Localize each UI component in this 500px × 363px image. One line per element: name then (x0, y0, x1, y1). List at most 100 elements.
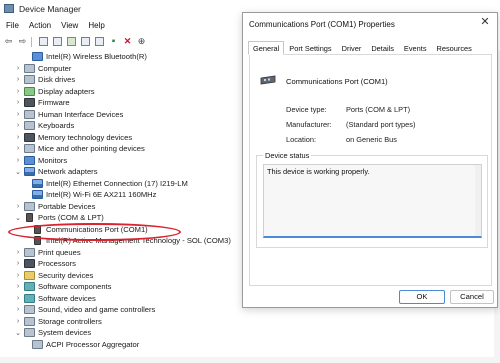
chevron-right-icon[interactable]: › (14, 65, 22, 72)
tree-item[interactable]: Intel(R) Wi-Fi 6E AX211 160MHz (30, 189, 156, 201)
chevron-right-icon[interactable]: › (14, 203, 22, 210)
tree-item[interactable]: Intel(R) Ethernet Connection (17) I219-L… (30, 178, 188, 190)
tree-item-label: Disk drives (38, 75, 76, 85)
chevron-right-icon[interactable]: › (14, 249, 22, 256)
device-status-textbox[interactable]: This device is working properly. (263, 164, 482, 238)
dialog-titlebar: Communications Port (COM1) Properties ✕ (243, 13, 497, 35)
chevron-right-icon[interactable]: › (14, 283, 22, 290)
horizontal-scrollbar[interactable] (0, 357, 494, 363)
menu-help[interactable]: Help (83, 19, 109, 33)
tree-item[interactable]: › Portable Devices (14, 201, 95, 213)
mouse-icon (24, 144, 35, 154)
toolbar-separator (31, 36, 32, 47)
chevron-right-icon[interactable]: › (14, 134, 22, 141)
menu-view[interactable]: View (56, 19, 83, 33)
tree-item[interactable]: › Disk drives (14, 74, 75, 86)
show-hide-tree-icon[interactable] (38, 36, 49, 47)
tree-item-label: Display adapters (38, 86, 95, 96)
tree-item-label: System devices (38, 328, 92, 338)
tree-item-label: Intel(R) Active Management Technology - … (46, 236, 231, 246)
chevron-right-icon[interactable]: › (14, 318, 22, 325)
tree-item-label: Communications Port (COM1) (46, 224, 148, 234)
tree-item[interactable]: › Computer (14, 63, 71, 75)
chevron-down-icon[interactable]: ⌄ (14, 214, 22, 222)
tab-driver[interactable]: Driver (337, 41, 367, 54)
tree-item[interactable]: Intel(R) Active Management Technology - … (30, 235, 231, 247)
tree-item-label: Keyboards (38, 121, 75, 131)
add-device-icon[interactable]: ▪ (108, 36, 119, 47)
tree-item[interactable]: › Mice and other pointing devices (14, 143, 145, 155)
chevron-down-icon[interactable]: ⌄ (14, 168, 22, 176)
tree-item[interactable]: › Keyboards (14, 120, 74, 132)
forward-arrow-icon[interactable]: ⇨ (17, 36, 28, 47)
tree-item[interactable]: › Firmware (14, 97, 70, 109)
location-value: on Generic Bus (346, 135, 397, 144)
chevron-right-icon[interactable]: › (14, 88, 22, 95)
keyboard-icon (24, 121, 35, 131)
menu-action[interactable]: Action (24, 19, 56, 33)
enable-device-icon[interactable]: ⊕ (136, 36, 147, 47)
location-label: Location: (286, 135, 316, 144)
tab-resources[interactable]: Resources (432, 41, 477, 54)
system-device-icon (24, 328, 35, 338)
properties-dialog: Communications Port (COM1) Properties ✕ … (242, 12, 498, 308)
chevron-right-icon[interactable]: › (14, 306, 22, 313)
sound-icon (24, 305, 35, 315)
tree-item[interactable]: › Memory technology devices (14, 132, 132, 144)
tree-item[interactable]: ACPI Processor Aggregator (30, 339, 139, 351)
network-adapter-icon (32, 178, 43, 188)
tree-item[interactable]: › Security devices (14, 270, 93, 282)
firmware-icon (24, 98, 35, 108)
device-name: Communications Port (COM1) (286, 77, 388, 86)
tab-port-settings[interactable]: Port Settings (284, 41, 336, 54)
chevron-right-icon[interactable]: › (14, 99, 22, 106)
chevron-right-icon[interactable]: › (14, 145, 22, 152)
tree-item-label: Human Interface Devices (38, 109, 124, 119)
tree-item[interactable]: › Software components (14, 281, 111, 293)
update-driver-icon[interactable] (80, 36, 91, 47)
tree-item[interactable]: › Storage controllers (14, 316, 102, 328)
tree-item[interactable]: › Software devices (14, 293, 96, 305)
tab-details[interactable]: Details (366, 41, 399, 54)
tab-general[interactable]: General (248, 41, 285, 55)
cancel-button[interactable]: Cancel (450, 290, 494, 304)
back-arrow-icon[interactable]: ⇦ (3, 36, 14, 47)
properties-icon[interactable] (52, 36, 63, 47)
chevron-right-icon[interactable]: › (14, 157, 22, 164)
tree-item-label: Intel(R) Ethernet Connection (17) I219-L… (46, 178, 188, 188)
menu-file[interactable]: File (0, 19, 24, 33)
uninstall-device-icon[interactable]: ✕ (122, 36, 133, 47)
tree-item[interactable]: ⌄ Network adapters (14, 166, 98, 178)
scan-hardware-icon[interactable] (94, 36, 105, 47)
chevron-right-icon[interactable]: › (14, 260, 22, 267)
tree-item[interactable]: › Sound, video and game controllers (14, 304, 155, 316)
chevron-right-icon[interactable]: › (14, 295, 22, 302)
close-icon[interactable]: ✕ (477, 15, 493, 29)
tree-item[interactable]: › Human Interface Devices (14, 109, 123, 121)
software-component-icon (24, 282, 35, 292)
tree-item[interactable]: › Monitors (14, 155, 67, 167)
tree-item[interactable]: › Print queues (14, 247, 81, 259)
ok-button[interactable]: OK (399, 290, 445, 304)
chevron-down-icon[interactable]: ⌄ (14, 329, 22, 337)
port-icon (34, 224, 41, 234)
status-scrollbar[interactable] (475, 165, 481, 236)
chevron-right-icon[interactable]: › (14, 272, 22, 279)
tree-item[interactable]: › Processors (14, 258, 76, 270)
tab-events[interactable]: Events (399, 41, 432, 54)
tree-item[interactable]: › Display adapters (14, 86, 95, 98)
help-icon[interactable] (66, 36, 77, 47)
chevron-right-icon[interactable]: › (14, 122, 22, 129)
chevron-right-icon[interactable]: › (14, 111, 22, 118)
tree-item[interactable]: Intel(R) Wireless Bluetooth(R) (30, 51, 147, 63)
tree-item-label: Storage controllers (38, 316, 102, 326)
tree-item[interactable]: ⌄ System devices (14, 327, 91, 339)
tree-item-label: Network adapters (38, 167, 98, 177)
chevron-right-icon[interactable]: › (14, 76, 22, 83)
tree-item-label: Print queues (38, 247, 81, 257)
tree-item-label: Software devices (38, 293, 96, 303)
tree-item-label: Intel(R) Wi-Fi 6E AX211 160MHz (46, 190, 157, 200)
tree-item[interactable]: ⌄ Ports (COM & LPT) (14, 212, 104, 224)
tree-item[interactable]: Communications Port (COM1) (30, 224, 148, 236)
dialog-title: Communications Port (COM1) Properties (249, 20, 395, 29)
